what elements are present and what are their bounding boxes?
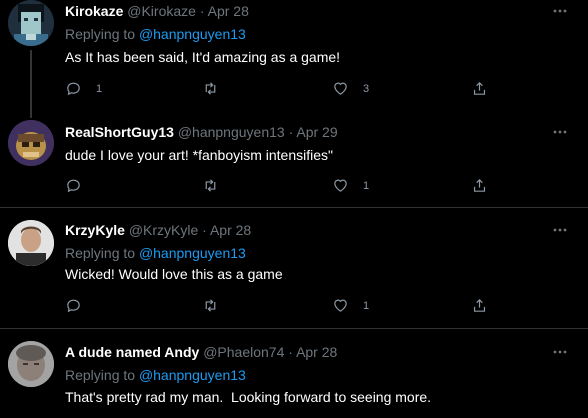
display-name[interactable]: A dude named Andy bbox=[65, 344, 199, 360]
display-name[interactable]: RealShortGuy13 bbox=[65, 124, 174, 140]
avatar[interactable] bbox=[8, 341, 54, 387]
reply-icon bbox=[67, 179, 80, 193]
retweet-icon bbox=[205, 299, 216, 312]
share-button[interactable] bbox=[471, 297, 488, 314]
retweet-icon bbox=[205, 82, 216, 95]
more-options-icon[interactable] bbox=[552, 3, 568, 19]
tweet-header: A dude named Andy @Phaelon74 · Apr 28 bbox=[65, 343, 337, 361]
reply-count: 1 bbox=[96, 82, 103, 95]
avatar[interactable] bbox=[8, 220, 54, 266]
share-icon bbox=[473, 298, 486, 312]
timestamp[interactable]: Apr 28 bbox=[210, 222, 251, 238]
reply-button[interactable] bbox=[65, 297, 96, 314]
replying-prefix: Replying to bbox=[65, 26, 136, 42]
handle[interactable]: @KrzyKyle bbox=[129, 222, 198, 238]
more-options-icon[interactable] bbox=[552, 124, 568, 140]
mention-link[interactable]: @hanpnguyen13 bbox=[139, 26, 246, 42]
timestamp[interactable]: Apr 29 bbox=[296, 124, 337, 140]
retweet-icon bbox=[205, 179, 216, 192]
replying-to: Replying to @hanpnguyen13 bbox=[65, 25, 246, 43]
mention-link[interactable]: @hanpnguyen13 bbox=[139, 367, 246, 383]
like-count: 1 bbox=[363, 179, 370, 192]
tweet-text: Wicked! Would love this as a game bbox=[65, 266, 283, 282]
tweet-krzykyle[interactable]: KrzyKyle @KrzyKyle · Apr 28 Replying to … bbox=[0, 208, 588, 328]
tweet-header: KrzyKyle @KrzyKyle · Apr 28 bbox=[65, 221, 251, 239]
tweet-realshortguy13[interactable]: RealShortGuy13 @hanpnguyen13 · Apr 29 du… bbox=[0, 104, 588, 208]
retweet-button[interactable] bbox=[202, 177, 233, 194]
mention-link[interactable]: @hanpnguyen13 bbox=[139, 245, 246, 261]
display-name[interactable]: KrzyKyle bbox=[65, 222, 125, 238]
heart-icon bbox=[334, 179, 347, 192]
share-button[interactable] bbox=[471, 177, 488, 194]
timestamp[interactable]: Apr 28 bbox=[296, 344, 337, 360]
tweet-text: That's pretty rad my man. Looking forwar… bbox=[65, 389, 432, 405]
heart-icon bbox=[334, 299, 347, 312]
replying-prefix: Replying to bbox=[65, 367, 136, 383]
handle[interactable]: @Phaelon74 bbox=[203, 344, 284, 360]
share-icon bbox=[473, 178, 486, 192]
replying-to: Replying to @hanpnguyen13 bbox=[65, 366, 246, 384]
handle[interactable]: @Kirokaze bbox=[127, 3, 196, 19]
display-name[interactable]: Kirokaze bbox=[65, 3, 123, 19]
avatar[interactable] bbox=[8, 0, 54, 46]
like-button[interactable]: 1 bbox=[332, 297, 369, 314]
avatar[interactable] bbox=[8, 120, 54, 166]
retweet-button[interactable] bbox=[202, 297, 233, 314]
replying-to: Replying to @hanpnguyen13 bbox=[65, 244, 246, 262]
tweet-a-dude-named-andy[interactable]: A dude named Andy @Phaelon74 · Apr 28 Re… bbox=[0, 329, 588, 418]
reply-icon bbox=[67, 299, 80, 313]
dot-separator: · bbox=[199, 3, 205, 19]
dot-separator: · bbox=[288, 344, 293, 360]
tweet-kirokaze[interactable]: Kirokaze @Kirokaze · Apr 28 Replying to … bbox=[0, 0, 588, 104]
replying-prefix: Replying to bbox=[65, 245, 136, 261]
more-options-icon[interactable] bbox=[552, 222, 568, 238]
like-count: 3 bbox=[363, 82, 370, 95]
tweet-header: RealShortGuy13 @hanpnguyen13 · Apr 29 bbox=[65, 123, 338, 141]
handle[interactable]: @hanpnguyen13 bbox=[178, 124, 285, 140]
like-button[interactable]: 3 bbox=[332, 80, 369, 97]
tweet-text: dude I love your art! *fanboyism intensi… bbox=[65, 147, 333, 163]
tweet-header: Kirokaze @Kirokaze · Apr 28 bbox=[65, 2, 249, 20]
timestamp[interactable]: Apr 28 bbox=[208, 3, 249, 19]
like-count: 1 bbox=[363, 299, 370, 312]
share-icon bbox=[473, 81, 486, 95]
tweet-text: As It has been said, It'd amazing as a g… bbox=[65, 49, 341, 65]
like-button[interactable]: 1 bbox=[332, 177, 369, 194]
retweet-button[interactable] bbox=[202, 80, 233, 97]
reply-icon bbox=[67, 82, 80, 96]
dot-separator: · bbox=[288, 124, 294, 140]
dot-separator: · bbox=[202, 222, 207, 238]
reply-button[interactable]: 1 bbox=[65, 80, 102, 97]
more-options-icon[interactable] bbox=[552, 344, 568, 360]
reply-button[interactable] bbox=[65, 177, 96, 194]
share-button[interactable] bbox=[471, 80, 488, 97]
heart-icon bbox=[334, 82, 347, 95]
